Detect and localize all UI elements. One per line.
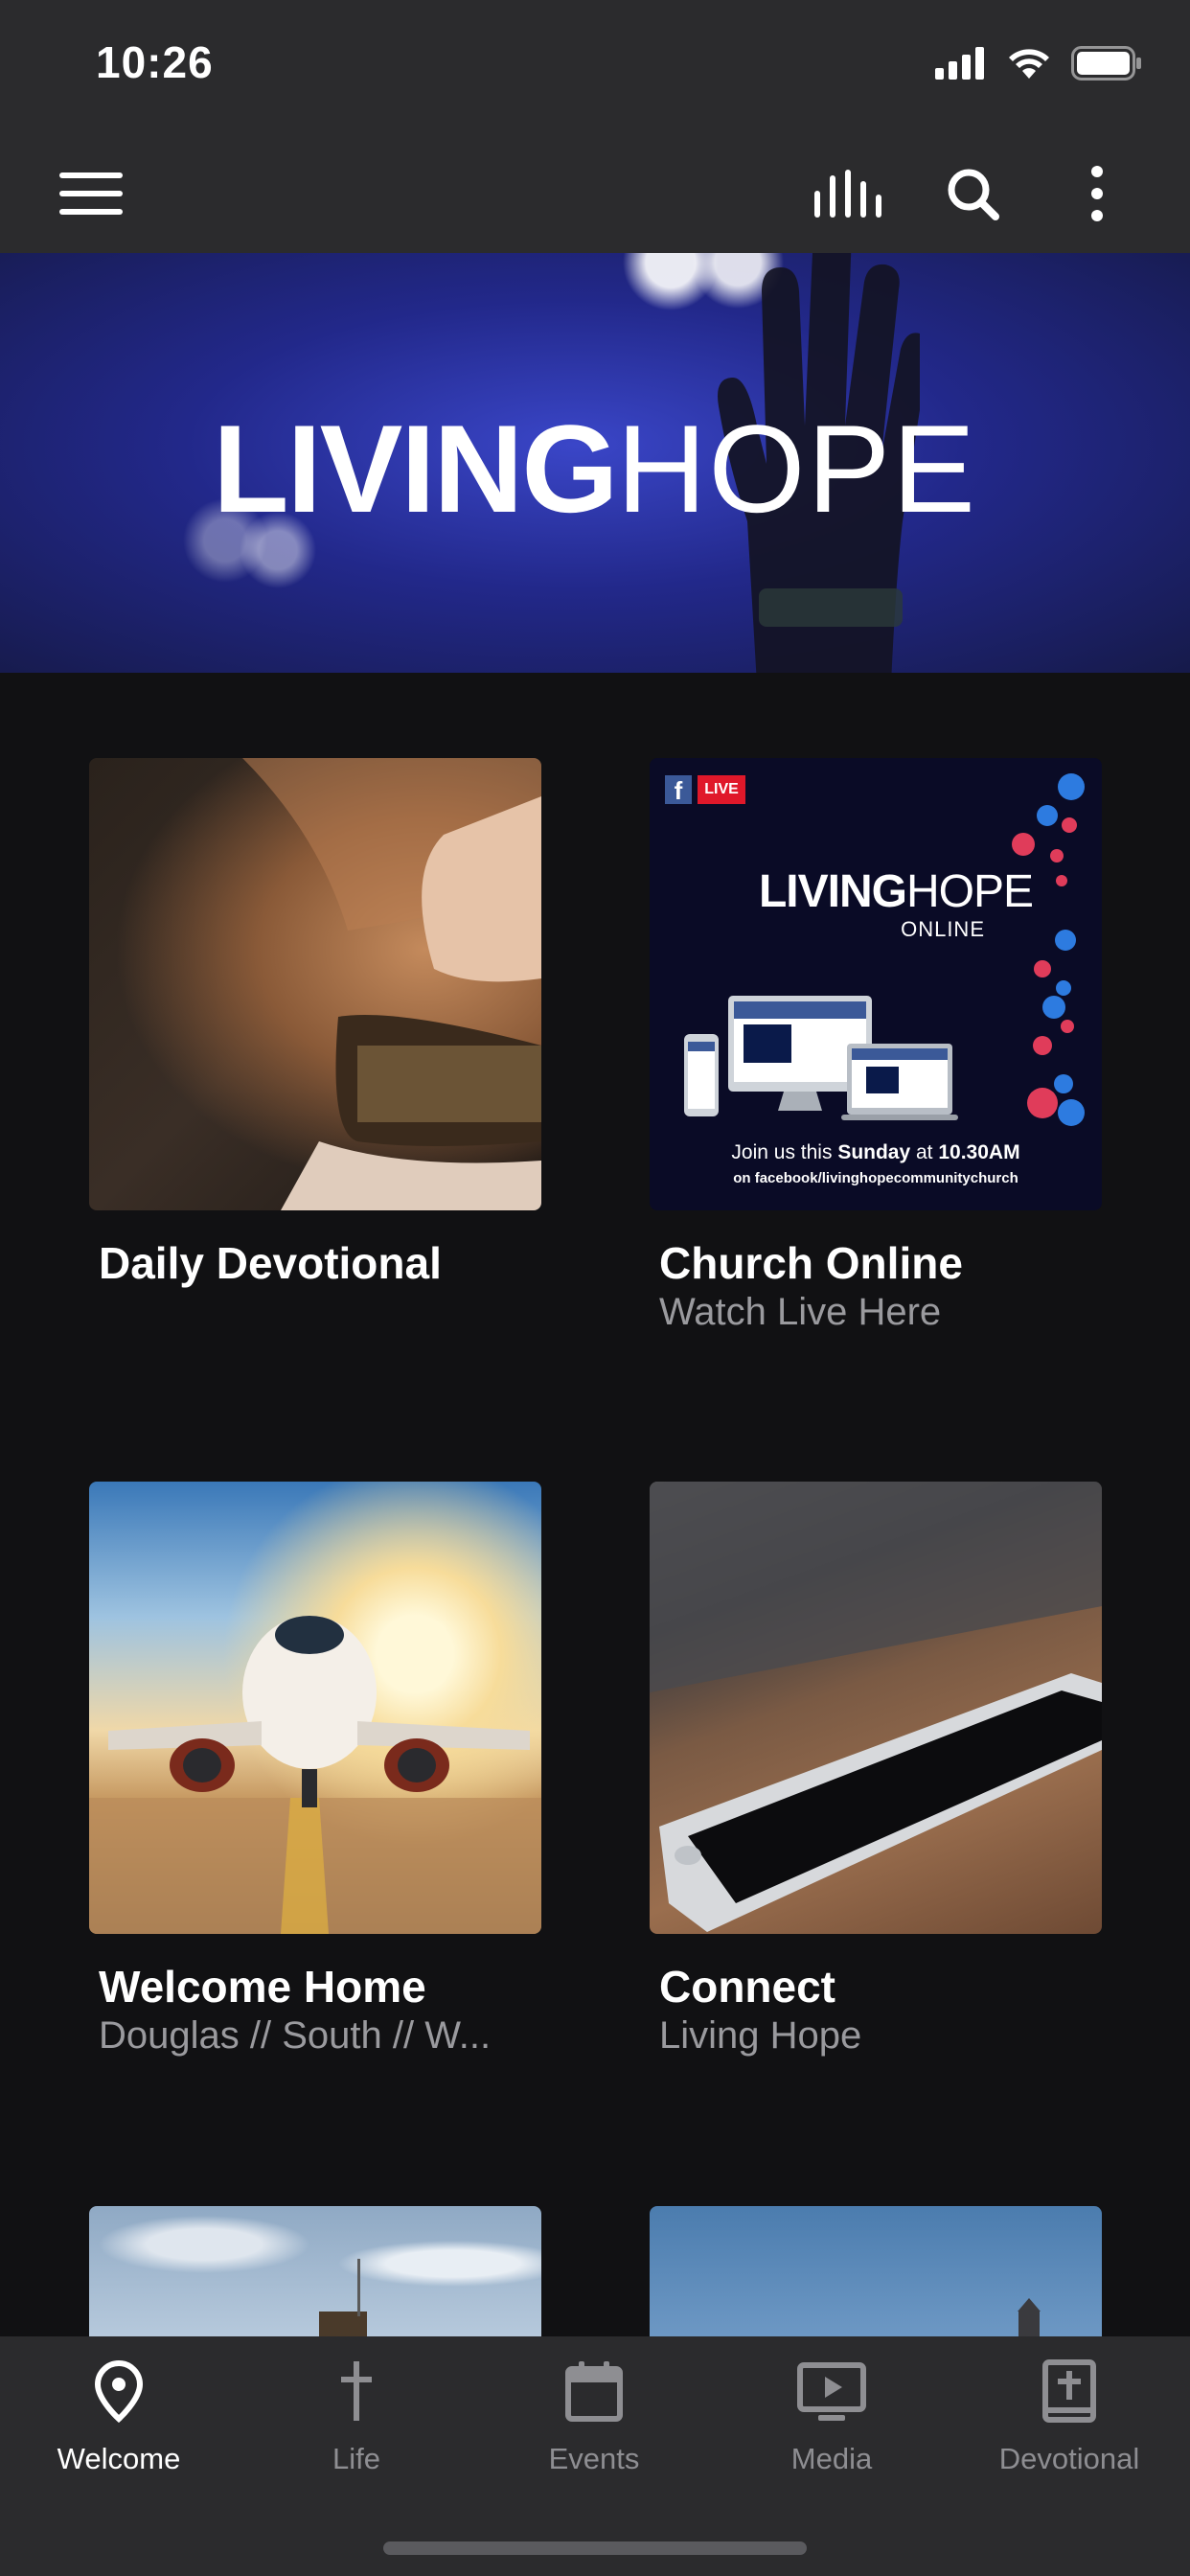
- search-button[interactable]: [929, 157, 1016, 230]
- hero-logo-bold: LIVING: [213, 399, 618, 539]
- card-subtitle: Watch Live Here: [659, 1291, 942, 1333]
- wifi-icon: [1009, 49, 1049, 79]
- airplane-image: [89, 1482, 541, 1934]
- calendar-icon: [565, 2361, 623, 2422]
- cellular-signal-icon: [935, 47, 984, 80]
- status-icons: [935, 46, 1142, 80]
- poster-logo-bold: LIVING: [758, 866, 907, 917]
- poster-online-label: ONLINE: [901, 917, 985, 941]
- card-title: Church Online: [659, 1238, 963, 1288]
- app-bar: [0, 134, 1190, 253]
- status-bar: 10:26: [0, 0, 1190, 134]
- tab-label: Welcome: [57, 2442, 181, 2475]
- join-time: 10.30AM: [938, 1141, 1020, 1163]
- card-church-online[interactable]: f LIVE LIVINGHOPE ONLINE Join us this Su…: [650, 758, 1102, 1333]
- partial-card-image[interactable]: [650, 2206, 1102, 2336]
- card-welcome-home[interactable]: Welcome Home Douglas // South // W...: [89, 1482, 541, 2057]
- tab-label: Media: [790, 2442, 873, 2475]
- card-connect[interactable]: Connect Living Hope: [650, 1482, 1102, 2057]
- reaction-icons: [1012, 773, 1085, 1126]
- card-subtitle: Douglas // South // W...: [99, 2014, 492, 2057]
- card-title: Welcome Home: [99, 1962, 426, 2012]
- poster-join-text: Join us this Sunday at 10.30AM: [650, 1141, 1102, 1164]
- card-title: Connect: [659, 1962, 835, 2012]
- partial-card-image[interactable]: [89, 2206, 541, 2336]
- card-title: Daily Devotional: [99, 1238, 442, 1288]
- battery-icon: [1071, 46, 1141, 80]
- praying-hands-image: [89, 758, 541, 1210]
- tab-events[interactable]: Events: [475, 2336, 713, 2490]
- live-badge: LIVE: [698, 775, 745, 804]
- play-screen-icon: [797, 2362, 866, 2421]
- more-button[interactable]: [1054, 157, 1140, 230]
- church-online-poster: f LIVE LIVINGHOPE ONLINE Join us this Su…: [650, 758, 1102, 1210]
- poster-url: on facebook/livinghopecommunitychurch: [733, 1170, 1018, 1186]
- bible-icon: [1042, 2359, 1096, 2423]
- bottom-tab-bar: Welcome Life Events Media Devotional: [0, 2336, 1190, 2576]
- facebook-icon: f: [665, 775, 692, 805]
- tab-label: Devotional: [998, 2442, 1140, 2475]
- hamburger-icon: [59, 172, 123, 215]
- audio-button[interactable]: [805, 157, 891, 230]
- hero-logo: LIVINGHOPE: [0, 397, 1190, 540]
- devices-image: [684, 996, 958, 1120]
- status-time: 10:26: [96, 37, 214, 87]
- smartphone-image: [650, 1482, 1102, 1934]
- poster-logo: LIVINGHOPE: [650, 865, 1034, 918]
- tab-life[interactable]: Life: [238, 2336, 475, 2490]
- tab-welcome[interactable]: Welcome: [0, 2336, 238, 2490]
- tab-media[interactable]: Media: [713, 2336, 950, 2490]
- join-pre: Join us this: [731, 1141, 838, 1163]
- hero-banner: LIVINGHOPE: [0, 253, 1190, 673]
- more-vertical-icon: [1091, 166, 1103, 221]
- cross-icon: [341, 2361, 372, 2421]
- card-daily-devotional[interactable]: Daily Devotional: [89, 758, 541, 1288]
- tab-label: Events: [548, 2442, 640, 2475]
- menu-button[interactable]: [48, 157, 134, 230]
- join-day: Sunday: [837, 1141, 911, 1163]
- search-icon: [948, 169, 999, 220]
- tab-label: Life: [332, 2442, 380, 2475]
- home-indicator: [383, 2542, 807, 2555]
- join-mid: at: [910, 1141, 939, 1163]
- card-subtitle: Living Hope: [659, 2014, 862, 2057]
- tab-devotional[interactable]: Devotional: [950, 2336, 1188, 2490]
- audio-bars-icon: [814, 170, 881, 218]
- hero-logo-thin: HOPE: [616, 399, 977, 539]
- map-pin-icon: [94, 2359, 144, 2423]
